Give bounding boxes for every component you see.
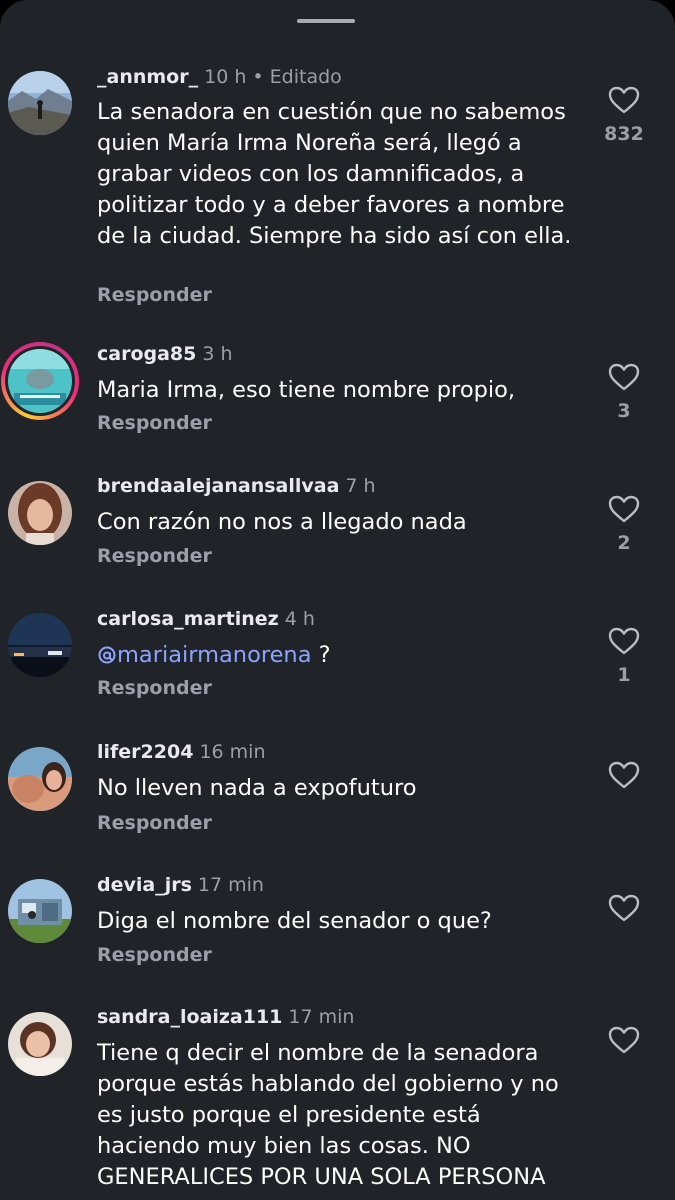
username[interactable]: carlosa_martinez (97, 608, 279, 630)
comment-meta: brendaalejanansallvaa 7 h (97, 474, 376, 498)
comment-meta: _annmor_ 10 h • Editado (97, 65, 342, 89)
avatar[interactable] (8, 1012, 72, 1076)
timestamp: 16 min (199, 741, 266, 763)
comment-text: Tiene q decir el nombre de la senadora p… (97, 1040, 559, 1190)
comment-meta: lifer2204 16 min (97, 740, 265, 764)
like-count: 832 (604, 123, 644, 145)
avatar[interactable] (8, 747, 72, 811)
heart-outline-icon[interactable] (608, 1025, 640, 1055)
avatar[interactable] (1, 342, 79, 420)
avatar[interactable] (8, 613, 72, 677)
reply-button[interactable]: Responder (97, 411, 212, 435)
comment-text-suffix: ? (311, 642, 331, 668)
username[interactable]: caroga85 (97, 343, 196, 365)
like-count: 2 (617, 532, 631, 554)
timestamp: 17 min (288, 1006, 355, 1028)
reply-button[interactable]: Responder (97, 676, 212, 700)
comment-text: mariairmanorena ? (97, 640, 587, 674)
drag-handle[interactable] (297, 19, 355, 23)
timestamp: 3 h (202, 343, 233, 365)
reply-button[interactable]: Responder (97, 283, 212, 307)
comment-meta: carlosa_martinez 4 h (97, 607, 315, 631)
comment-text: Maria Irma, eso tiene nombre propio, (97, 377, 516, 403)
timestamp: 10 h (204, 66, 247, 88)
username[interactable]: sandra_loaiza111 (97, 1006, 282, 1028)
like-count: 3 (617, 400, 631, 422)
comment-text: Con razón no nos a llegado nada (97, 509, 467, 535)
edited-label: • Editado (246, 66, 342, 88)
timestamp: 7 h (345, 475, 376, 497)
username[interactable]: brendaalejanansallvaa (97, 475, 339, 497)
timestamp: 4 h (284, 608, 315, 630)
reply-button[interactable]: Responder (97, 544, 212, 568)
mention-username: mariairmanorena (117, 642, 312, 668)
heart-outline-icon[interactable] (608, 362, 640, 392)
username[interactable]: _annmor_ (97, 66, 198, 88)
heart-outline-icon[interactable] (608, 760, 640, 790)
heart-outline-icon[interactable] (608, 626, 640, 656)
timestamp: 17 min (197, 874, 264, 896)
like-count: 1 (617, 664, 631, 686)
avatar[interactable] (8, 879, 72, 943)
comment-text: No lleven nada a expofuturo (97, 775, 417, 801)
comment-meta: devia_jrs 17 min (97, 873, 264, 897)
avatar[interactable] (8, 71, 72, 135)
comments-sheet: _annmor_ 10 h • Editado La senadora en cu… (0, 0, 675, 1200)
comment-text: Diga el nombre del senador o que? (97, 908, 492, 934)
comment-meta: caroga85 3 h (97, 342, 233, 366)
heart-outline-icon[interactable] (608, 494, 640, 524)
username[interactable]: lifer2204 (97, 741, 193, 763)
username[interactable]: devia_jrs (97, 874, 192, 896)
heart-outline-icon[interactable] (608, 85, 640, 115)
reply-button[interactable]: Responder (97, 943, 212, 967)
comment-meta: sandra_loaiza111 17 min (97, 1005, 354, 1029)
mention-link[interactable]: mariairmanorena (97, 642, 311, 668)
threads-at-icon (97, 643, 117, 674)
reply-button[interactable]: Responder (97, 811, 212, 835)
avatar[interactable] (8, 481, 72, 545)
heart-outline-icon[interactable] (608, 893, 640, 923)
comment-text: La senadora en cuestión que no sabemos q… (97, 99, 572, 249)
